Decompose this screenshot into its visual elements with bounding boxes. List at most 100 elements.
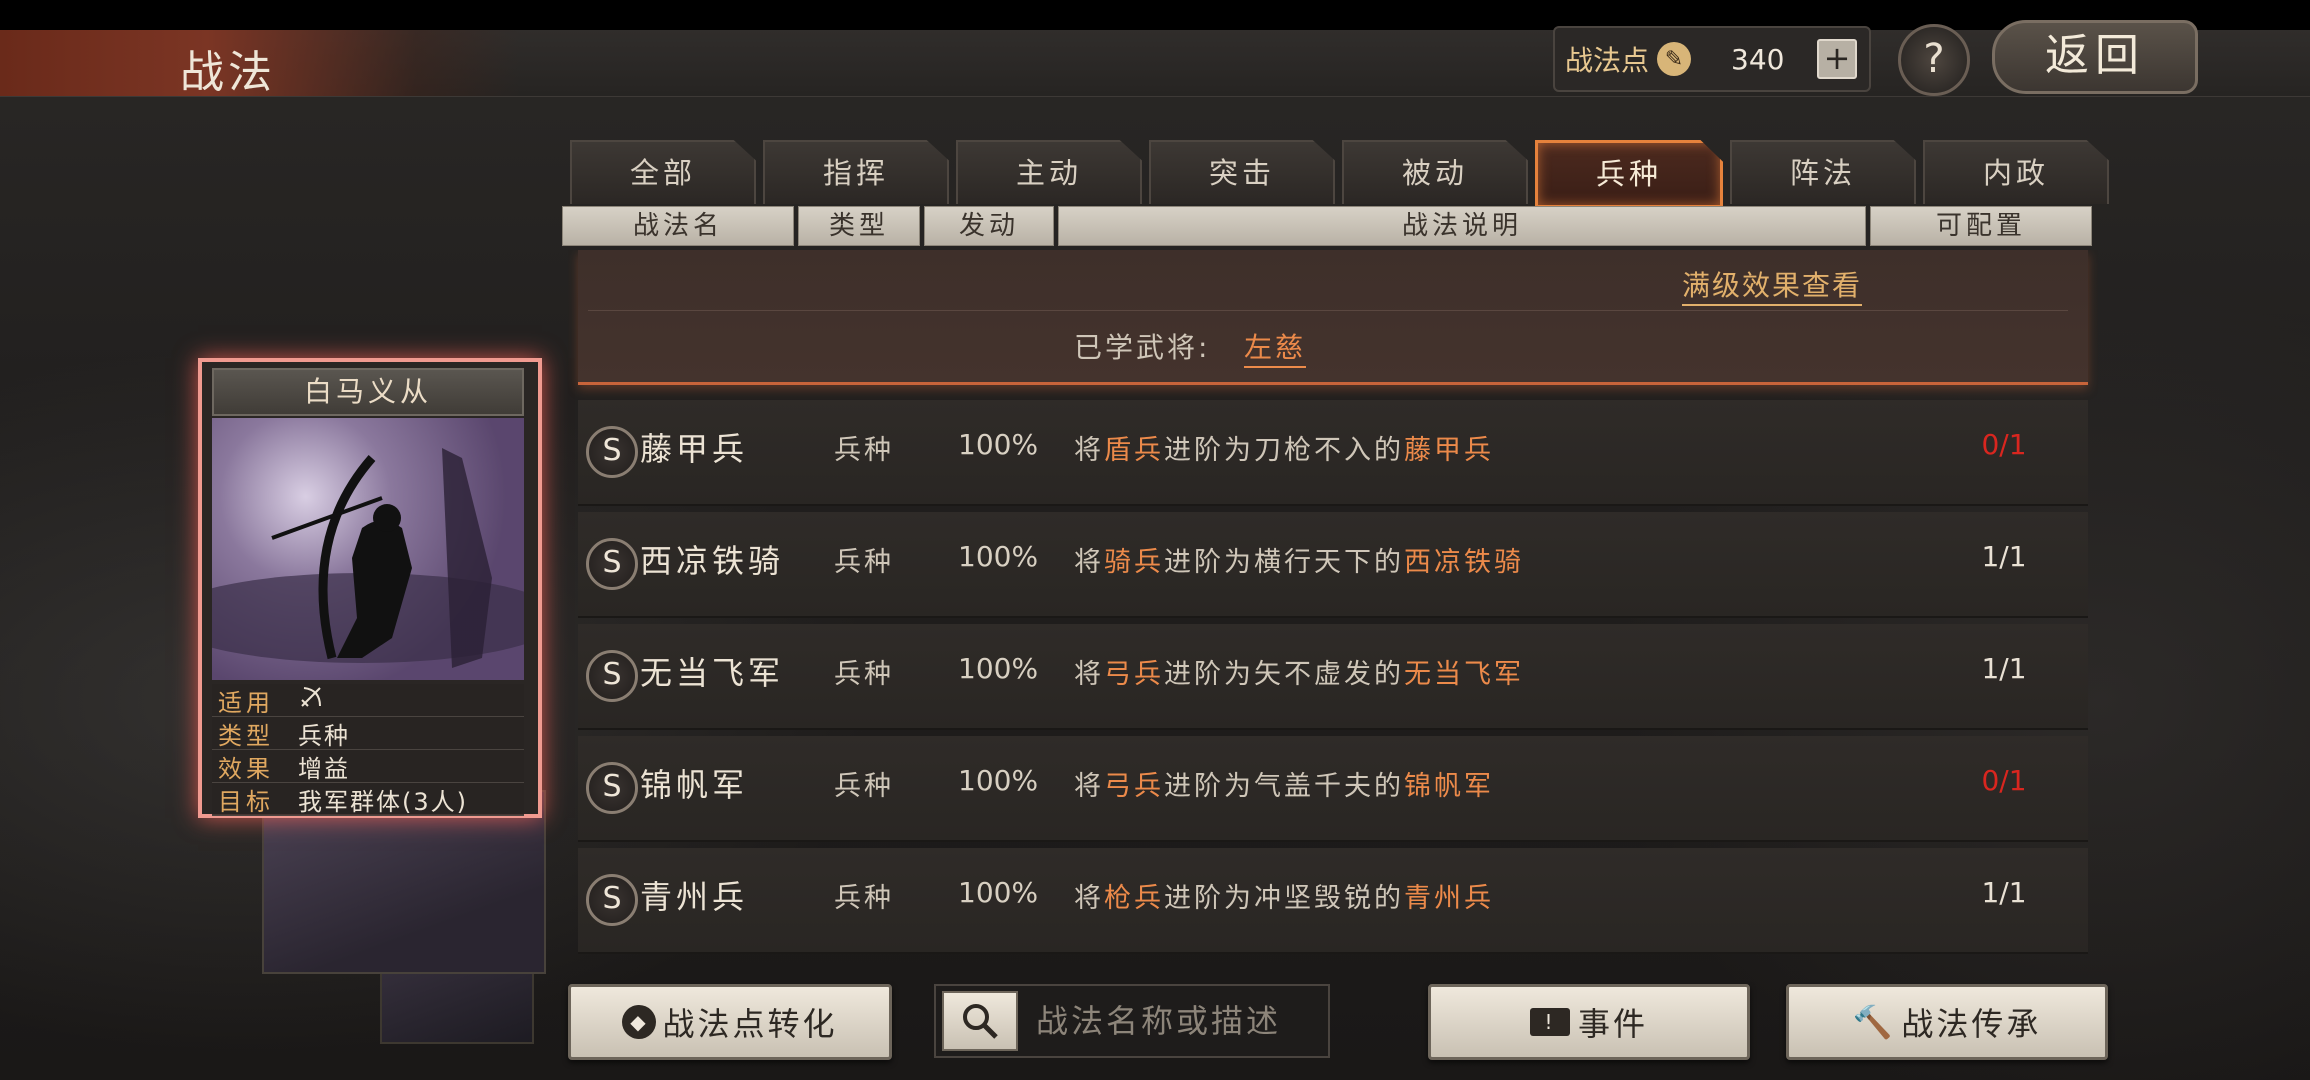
tactic-description: 将骑兵进阶为横行天下的西凉铁骑 (1074, 540, 1524, 579)
tab-formation[interactable]: 阵法 (1730, 140, 1916, 204)
card-stat-row: 效果 增益 (212, 750, 524, 783)
tab-assault[interactable]: 突击 (1149, 140, 1335, 204)
help-button[interactable]: ? (1898, 24, 1970, 96)
tab-troop-type[interactable]: 兵种 (1535, 140, 1723, 208)
grade-badge: S (586, 874, 638, 926)
search-bar (934, 984, 1330, 1058)
tactic-description: 将弓兵进阶为矢不虚发的无当飞军 (1074, 652, 1524, 691)
desc-highlight: 无当飞军 (1404, 659, 1524, 690)
tactic-name: 锦帆军 (640, 766, 749, 804)
grade-badge: S (586, 762, 638, 814)
tab-internal-affairs[interactable]: 内政 (1923, 140, 2109, 204)
column-header-type[interactable]: 类型 (798, 206, 920, 246)
back-button[interactable]: 返回 (1992, 20, 2198, 94)
events-button[interactable]: ! 事件 (1428, 984, 1750, 1060)
archer-silhouette-icon (212, 448, 524, 668)
tab-passive[interactable]: 被动 (1342, 140, 1528, 204)
category-tabs: 全部 指挥 主动 突击 被动 兵种 阵法 内政 (570, 140, 2116, 208)
desc-highlight: 藤甲兵 (1404, 435, 1494, 466)
desc-text: 将 (1074, 547, 1104, 578)
column-header-trigger[interactable]: 发动 (924, 206, 1054, 246)
config-count: 0/1 (1981, 428, 2027, 461)
tactic-description: 将盾兵进阶为刀枪不入的藤甲兵 (1074, 428, 1494, 467)
column-header-description: 战法说明 (1058, 206, 1866, 246)
trigger-rate: 100% (958, 540, 1039, 573)
table-row[interactable]: S 无当飞军 兵种 100% 将弓兵进阶为矢不虚发的无当飞军 1/1 (578, 624, 2088, 730)
stat-key: 类型 (218, 721, 274, 750)
tab-active[interactable]: 主动 (956, 140, 1142, 204)
stat-value: 兵种 (298, 721, 350, 750)
table-row[interactable]: S 西凉铁骑 兵种 100% 将骑兵进阶为横行天下的西凉铁骑 1/1 (578, 512, 2088, 618)
table-header: 战法名 类型 发动 战法说明 可配置 (562, 206, 2096, 246)
desc-highlight: 骑兵 (1104, 547, 1164, 578)
add-points-button[interactable]: + (1817, 39, 1858, 79)
alert-icon: ! (1529, 1008, 1570, 1036)
card-stat-row: 目标 我军群体(3人) (212, 783, 524, 816)
stat-key: 目标 (218, 787, 274, 816)
points-label: 战法点 (1565, 44, 1650, 77)
trigger-rate: 100% (958, 764, 1039, 797)
tactic-name: 西凉铁骑 (640, 542, 785, 580)
table-row[interactable]: S 青州兵 兵种 100% 将枪兵进阶为冲坚毁锐的青州兵 1/1 (578, 848, 2088, 954)
tactic-name: 藤甲兵 (640, 430, 749, 468)
stat-key: 适用 (218, 688, 274, 717)
stat-key: 效果 (218, 754, 274, 783)
bow-icon (298, 684, 324, 716)
desc-highlight: 青州兵 (1404, 883, 1494, 914)
trigger-rate: 100% (958, 876, 1039, 909)
learned-generals-label: 已学武将: (1074, 331, 1211, 364)
search-icon[interactable] (942, 991, 1018, 1051)
tab-all[interactable]: 全部 (570, 140, 756, 204)
stat-value: 我军群体(3人) (298, 787, 468, 816)
desc-highlight: 弓兵 (1104, 659, 1164, 690)
tactic-type: 兵种 (834, 547, 894, 578)
config-count: 1/1 (1981, 652, 2027, 685)
search-input[interactable] (1034, 1001, 1328, 1041)
tactic-card[interactable]: 白马义从 适用 类型 兵种 效果 增益 目标 我军群体(3人) (198, 358, 542, 818)
tactic-description: 将弓兵进阶为气盖千夫的锦帆军 (1074, 764, 1494, 803)
expanded-detail: 满级效果查看 已学武将: 左慈 (578, 250, 2088, 385)
tactic-description: 将枪兵进阶为冲坚毁锐的青州兵 (1074, 876, 1494, 915)
tactic-type: 兵种 (834, 883, 894, 914)
hammer-icon: 🔨 (1852, 1003, 1896, 1041)
column-header-name[interactable]: 战法名 (562, 206, 794, 246)
events-label: 事件 (1577, 1005, 1648, 1043)
desc-highlight: 锦帆军 (1404, 771, 1494, 802)
table-row[interactable]: S 锦帆军 兵种 100% 将弓兵进阶为气盖千夫的锦帆军 0/1 (578, 736, 2088, 842)
desc-text: 将 (1074, 771, 1104, 802)
desc-text: 进阶为冲坚毁锐的 (1164, 883, 1404, 914)
archer-artwork (212, 418, 524, 680)
convert-points-button[interactable]: ◆ 战法点转化 (568, 984, 892, 1060)
tab-command[interactable]: 指挥 (763, 140, 949, 204)
points-value: 340 (1731, 42, 1785, 76)
card-stat-row: 类型 兵种 (212, 717, 524, 750)
tactic-type: 兵种 (834, 435, 894, 466)
desc-text: 将 (1074, 659, 1104, 690)
flame-icon: ◆ (622, 1005, 657, 1039)
trigger-rate: 100% (958, 428, 1039, 461)
max-level-effect-link[interactable]: 满级效果查看 (1681, 264, 1862, 306)
desc-text: 将 (1074, 435, 1104, 466)
brush-icon: ✎ (1657, 42, 1692, 76)
desc-highlight: 枪兵 (1104, 883, 1164, 914)
header-bar: 战法 战法点 ✎ 340 + ? 返回 (0, 20, 2310, 98)
desc-text: 进阶为气盖千夫的 (1164, 771, 1404, 802)
config-count: 1/1 (1981, 876, 2027, 909)
grade-badge: S (586, 426, 638, 478)
tactic-points-box: 战法点 ✎ 340 + (1553, 26, 1871, 92)
table-row[interactable]: S 藤甲兵 兵种 100% 将盾兵进阶为刀枪不入的藤甲兵 0/1 (578, 400, 2088, 506)
desc-text: 进阶为矢不虚发的 (1164, 659, 1404, 690)
column-header-configurable[interactable]: 可配置 (1870, 206, 2092, 246)
desc-highlight: 弓兵 (1104, 771, 1164, 802)
inherit-tactic-label: 战法传承 (1901, 1005, 2042, 1043)
page-title: 战法 (180, 47, 276, 98)
grade-badge: S (586, 538, 638, 590)
learned-general-link[interactable]: 左慈 (1244, 326, 1307, 368)
tactic-name: 青州兵 (640, 878, 749, 916)
desc-text: 进阶为刀枪不入的 (1164, 435, 1404, 466)
tactic-list[interactable]: 满级效果查看 已学武将: 左慈 S 藤甲兵 兵种 100% 将盾兵进阶为刀枪不入… (568, 250, 2098, 962)
card-title: 白马义从 (212, 368, 524, 416)
config-count: 0/1 (1981, 764, 2027, 797)
divider (588, 310, 2068, 311)
inherit-tactic-button[interactable]: 🔨 战法传承 (1786, 984, 2108, 1060)
